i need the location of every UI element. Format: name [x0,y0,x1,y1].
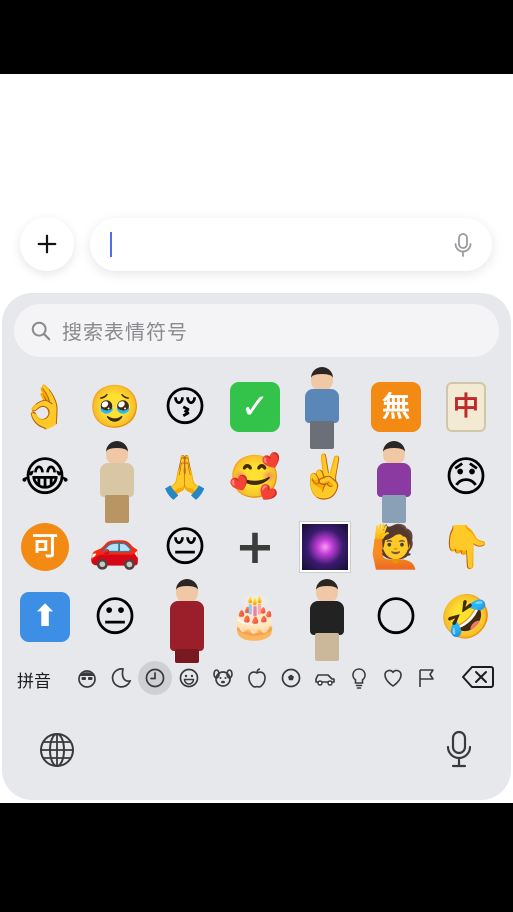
emoji-person-raising-hand[interactable]: 🙋 [366,517,426,577]
emoji-birthday-cake[interactable]: 🎂 [225,587,285,647]
plus-symbol-icon: + [234,519,276,575]
memoji-figure [300,577,354,663]
sticker-icon [111,668,132,688]
emoji-rolling-on-floor-laughing[interactable]: 🤣 [436,587,496,647]
emoji-fireworks[interactable] [295,517,355,577]
fireworks-icon [300,522,350,572]
emoji-victory-hand[interactable]: ✌️ [295,447,355,507]
emoji-check-mark-button[interactable]: ✓ [225,377,285,437]
search-icon [31,321,51,340]
emoji-keyboard: 搜索表情符号 👌 🥹 😚 ✓ 無 中 😂 🙏 🥰 ✌️ 😞 可 🚗 😔 + 🙋 … [2,293,511,800]
emoji-acceptable-button[interactable]: 可 [15,517,75,577]
recent-icon [145,668,165,688]
memoji-purple-shirt[interactable] [364,439,424,525]
emoji-heavy-plus[interactable]: + [225,517,285,577]
memoji-figure [160,577,214,663]
emoji-pensive-face[interactable]: 😔 [155,517,215,577]
category-flags[interactable] [410,661,444,695]
travel-icon [315,674,335,686]
emoji-folded-hands[interactable]: 🙏 [155,447,215,507]
food-icon [248,668,266,688]
category-recent[interactable] [138,661,172,695]
emoji-kissing-face[interactable]: 😚 [155,377,215,437]
dictation-mic-icon[interactable] [444,729,474,769]
memoji-red-coat[interactable] [157,577,217,663]
objects-icon [352,668,366,689]
category-food[interactable] [240,661,274,695]
memoji-beige-outfit[interactable] [87,439,147,525]
check-mark-icon: ✓ [230,382,280,432]
emoji-grid: 👌 🥹 😚 ✓ 無 中 😂 🙏 🥰 ✌️ 😞 可 🚗 😔 + 🙋 👇 ⬆ 😐 🎂… [2,361,511,663]
animals-icon [213,669,233,687]
smileys-icon [179,668,199,688]
backspace-icon[interactable] [461,663,495,691]
emoji-automobile[interactable]: 🚗 [85,517,145,577]
wu-symbol-icon: 無 [371,382,421,432]
memoji-icon [78,670,96,688]
activity-icon [281,668,301,688]
emoji-mahjong-red-dragon[interactable]: 中 [436,377,496,437]
memoji-figure [295,365,349,451]
search-placeholder: 搜索表情符号 [62,320,188,344]
add-attachment-button[interactable] [20,217,74,271]
category-smileys[interactable] [172,661,206,695]
memoji-blue-shirt[interactable] [292,365,352,451]
category-objects[interactable] [342,661,376,695]
globe-icon[interactable] [38,731,76,769]
mahjong-tile-icon: 中 [446,382,486,432]
emoji-smiling-face-with-hearts[interactable]: 🥰 [225,447,285,507]
category-travel[interactable] [308,661,342,695]
emoji-free-of-charge-button[interactable]: 無 [366,377,426,437]
plus-icon [37,234,57,254]
category-stickers[interactable] [104,661,138,695]
emoji-neutral-face[interactable]: 😐 [85,587,145,647]
microphone-icon[interactable] [452,232,474,258]
category-memoji[interactable] [70,661,104,695]
emoji-ok-hand[interactable]: 👌 [15,377,75,437]
emoji-up-arrow[interactable]: ⬆ [15,587,75,647]
emoji-category-bar: 拼音 [2,655,511,701]
emoji-pleading-face[interactable]: 🥹 [85,377,145,437]
memoji-figure [367,439,421,525]
emoji-tears-of-joy[interactable]: 😂 [15,447,75,507]
symbols-icon [384,669,402,687]
text-caret [110,232,112,257]
emoji-full-moon[interactable]: 🌕 [366,587,426,647]
memoji-black-shirt[interactable] [297,577,357,663]
emoji-disappointed-face[interactable]: 😞 [436,447,496,507]
memoji-figure [90,439,144,525]
arrow-up-icon: ⬆ [20,592,70,642]
category-animals[interactable] [206,661,240,695]
emoji-pointing-down[interactable]: 👇 [436,517,496,577]
emoji-search-field[interactable]: 搜索表情符号 [14,304,499,357]
ke-symbol-icon: 可 [21,523,69,571]
input-mode-switch[interactable]: 拼音 [17,667,51,692]
category-symbols[interactable] [376,661,410,695]
flags-icon [419,669,434,687]
category-activity[interactable] [274,661,308,695]
message-input[interactable] [90,218,492,271]
